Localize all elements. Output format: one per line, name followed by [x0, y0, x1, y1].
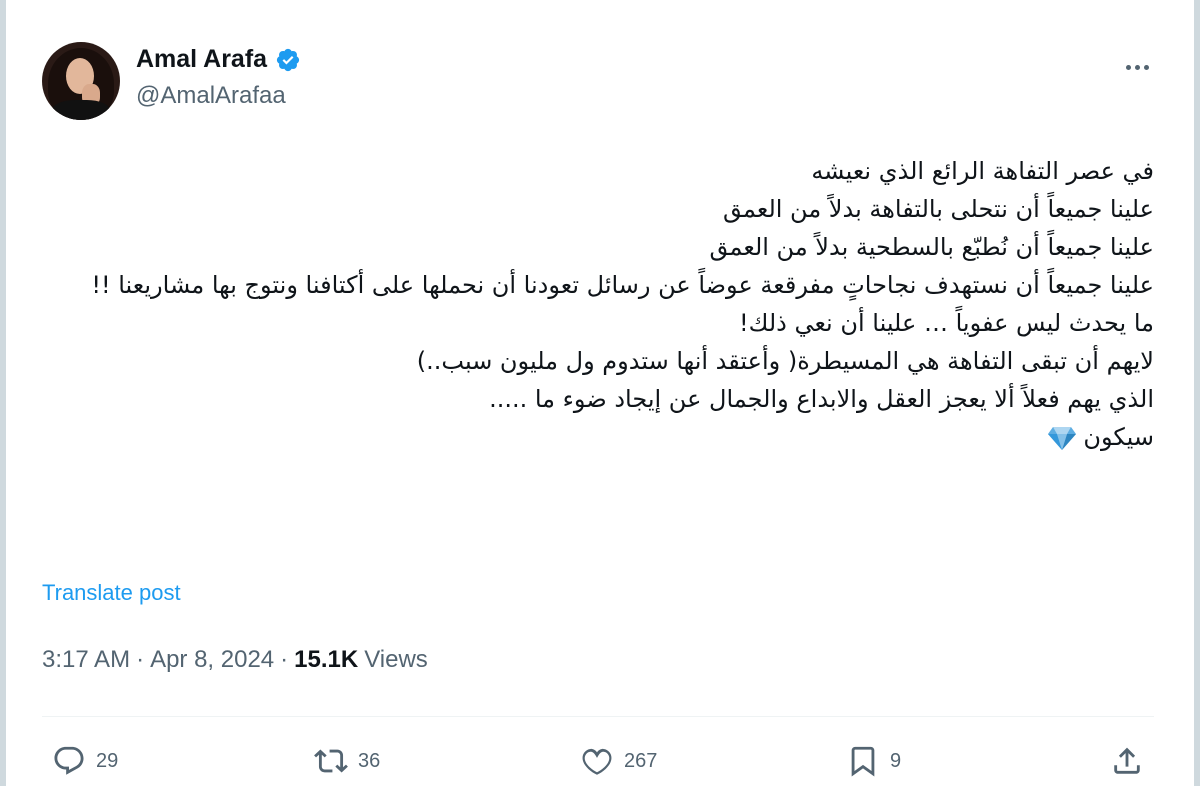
right-border [1194, 0, 1200, 786]
tweet-header: Amal Arafa @AmalArafaa [42, 40, 1157, 124]
tweet-line: لايهم أن تبقى التفاهة هي المسيطرة( وأعتق… [416, 347, 1154, 375]
tweet-last-line: سيكون [42, 418, 1154, 456]
like-button[interactable]: 267 [580, 744, 657, 778]
views-label: Views [364, 646, 428, 673]
tweet-text: في عصر التفاهة الرائع الذي نعيشه علينا ج… [42, 152, 1154, 456]
avatar[interactable] [42, 42, 120, 120]
meta-separator: · [280, 646, 289, 673]
views-count: 15.1K [294, 646, 359, 673]
tweet-line: الذي يهم فعلاً ألا يعجز العقل والابداع و… [489, 385, 1154, 413]
like-count: 267 [624, 749, 658, 772]
verified-badge-icon [276, 48, 300, 71]
post-date[interactable]: Apr 8, 2024 [150, 646, 274, 674]
share-button[interactable] [1110, 744, 1144, 778]
tweet-meta: 3:17 AM · Apr 8, 2024 · 15.1K Views [42, 646, 428, 674]
repost-icon [314, 749, 348, 773]
more-options-icon[interactable] [1117, 52, 1157, 82]
action-bar: 29 36 267 9 [42, 738, 1154, 786]
tweet-line: سيكون [1083, 423, 1154, 451]
divider [42, 716, 1154, 717]
meta-separator: · [136, 646, 145, 673]
tweet-line: علينا جميعاً أن نتحلى بالتفاهة بدلاً من … [722, 195, 1154, 223]
author-info: Amal Arafa @AmalArafaa [136, 45, 301, 110]
left-border [0, 0, 6, 786]
bookmark-count: 9 [890, 749, 902, 772]
tweet-line: علينا جميعاً أن نستهدف نجاحاتٍ مفرقعة عو… [91, 271, 1154, 299]
bookmark-icon [851, 746, 875, 777]
repost-count: 36 [358, 749, 381, 772]
heart-icon [582, 748, 612, 775]
tweet-line: في عصر التفاهة الرائع الذي نعيشه [811, 157, 1154, 185]
reply-count: 29 [96, 749, 119, 772]
tweet-line: ما يحدث ليس عفوياً … علينا أن نعي ذلك! [738, 309, 1154, 337]
translate-post-link[interactable]: Translate post [42, 580, 181, 606]
reply-icon [54, 746, 84, 775]
author-handle[interactable]: @AmalArafaa [136, 82, 301, 110]
bookmark-button[interactable]: 9 [846, 744, 901, 778]
reply-button[interactable]: 29 [52, 744, 118, 778]
gem-stone-icon [1048, 427, 1077, 450]
share-icon [1114, 747, 1140, 774]
repost-button[interactable]: 36 [314, 744, 380, 778]
display-name-row: Amal Arafa [136, 45, 301, 74]
display-name[interactable]: Amal Arafa [136, 45, 267, 74]
post-time[interactable]: 3:17 AM [42, 646, 130, 674]
tweet-line: علينا جميعاً أن نُطبّع بالسطحية بدلاً من… [709, 233, 1154, 261]
